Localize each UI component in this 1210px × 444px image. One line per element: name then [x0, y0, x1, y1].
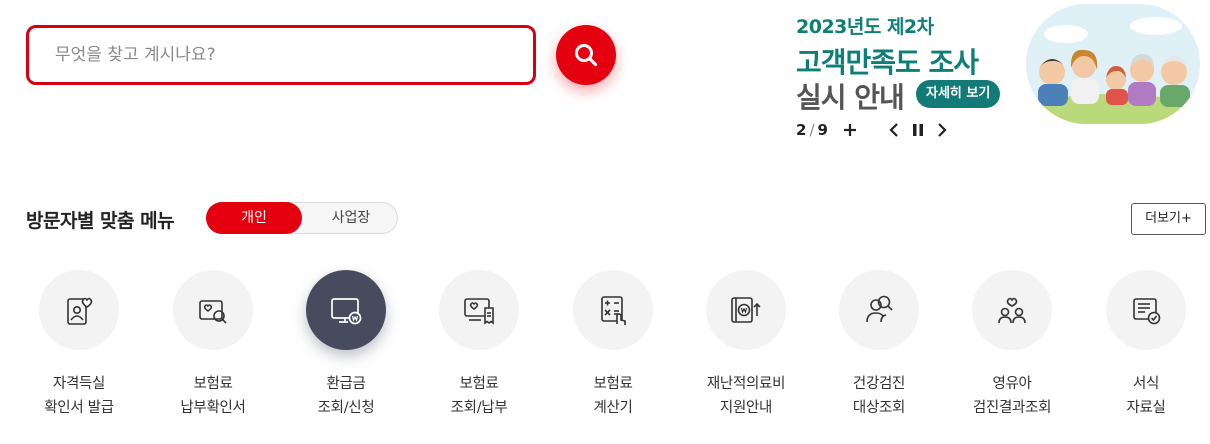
- banner-line3: 실시 안내: [796, 81, 905, 114]
- banner-next-button[interactable]: [932, 120, 952, 140]
- monitor-won-icon: [331, 298, 362, 325]
- menu-item-label: 서식 자료실: [1126, 376, 1166, 416]
- banner-total-pages: 9: [817, 121, 828, 139]
- banner-pause-button[interactable]: [908, 120, 928, 140]
- banner-line1: 2023년도 제2차: [796, 16, 934, 38]
- chevron-right-icon: [938, 123, 947, 137]
- book-won-icon: [731, 297, 761, 323]
- more-button[interactable]: 더보기+: [1131, 203, 1206, 235]
- banner-controls: 2/9: [796, 120, 952, 140]
- menu-icon-circle: [306, 270, 386, 350]
- search-button[interactable]: [556, 25, 616, 85]
- banner-prev-button[interactable]: [884, 120, 904, 140]
- banner-pager: 2/9: [796, 121, 828, 139]
- banner-line2: 고객만족도 조사: [796, 46, 979, 79]
- menu-item-eligibility-certificate[interactable]: 자격득실 확인서 발급: [14, 270, 144, 430]
- menu-icon-circle: [1106, 270, 1186, 350]
- menu-icon-circle: [39, 270, 119, 350]
- menu-item-premium-payment-certificate[interactable]: 보험료 납부확인서: [148, 270, 278, 430]
- banner-current-page: 2: [796, 121, 807, 139]
- menu-item-label: 재난적의료비 지원안내: [706, 376, 786, 416]
- menu-icon-circle: [839, 270, 919, 350]
- menu-icon-circle: [706, 270, 786, 350]
- menu-icon-circle: [573, 270, 653, 350]
- menu-item-infant-checkup-results[interactable]: 영유아 검진결과조회: [947, 270, 1077, 430]
- toggle-business[interactable]: 사업장: [303, 202, 399, 234]
- menu-icon-circle: [173, 270, 253, 350]
- toggle-personal[interactable]: 개인: [206, 202, 302, 234]
- pause-icon: [912, 124, 923, 136]
- menu-icon-circle: [972, 270, 1052, 350]
- survey-banner[interactable]: 2023년도 제2차 고객만족도 조사 실시 안내 자세히 보기 2 / 9: [790, 0, 1210, 150]
- menu-item-catastrophic-medical-support[interactable]: 재난적의료비 지원안내: [681, 270, 811, 430]
- menu-item-premium-calculator[interactable]: 보험료 계산기: [548, 270, 678, 430]
- menu-title: 방문자별 맞춤 메뉴: [26, 210, 175, 232]
- search-box[interactable]: [26, 25, 536, 85]
- monitor-receipt-icon: [464, 298, 494, 325]
- person-search-icon: [866, 295, 893, 323]
- chevron-left-icon: [889, 123, 898, 137]
- menu-item-label: 보험료 계산기: [593, 376, 633, 416]
- document-search-icon: [199, 300, 227, 324]
- visitor-type-toggle: 개인 사업장: [206, 202, 398, 234]
- custom-menu-list: 자격득실 확인서 발급 보험료 납부확인서 환급금 조회/신청 보험료 조회/납…: [0, 270, 1210, 440]
- search-icon: [575, 44, 598, 67]
- menu-item-label: 환급금 조회/신청: [317, 376, 375, 416]
- plus-icon: [843, 124, 856, 136]
- menu-item-health-checkup-target[interactable]: 건강검진 대상조회: [814, 270, 944, 430]
- document-check-icon: [1133, 298, 1161, 325]
- id-card-heart-icon: [67, 297, 93, 325]
- menu-icon-circle: [439, 270, 519, 350]
- calculator-icon: [601, 296, 626, 325]
- menu-item-premium-inquiry-payment[interactable]: 보험료 조회/납부: [414, 270, 544, 430]
- menu-item-refund-inquiry[interactable]: 환급금 조회/신청: [281, 270, 411, 430]
- banner-family-illustration: [1026, 4, 1200, 124]
- menu-item-label: 영유아 검진결과조회: [972, 376, 1052, 416]
- menu-item-label: 보험료 조회/납부: [450, 376, 508, 416]
- family-heart-icon: [998, 297, 1026, 324]
- menu-item-label: 자격득실 확인서 발급: [44, 376, 114, 416]
- menu-item-label: 보험료 납부확인서: [180, 376, 246, 416]
- banner-add-button[interactable]: [840, 120, 860, 140]
- menu-item-label: 건강검진 대상조회: [852, 376, 906, 416]
- banner-detail-button[interactable]: 자세히 보기: [916, 80, 1001, 108]
- menu-item-forms-library[interactable]: 서식 자료실: [1081, 270, 1210, 430]
- search-input[interactable]: [29, 28, 533, 82]
